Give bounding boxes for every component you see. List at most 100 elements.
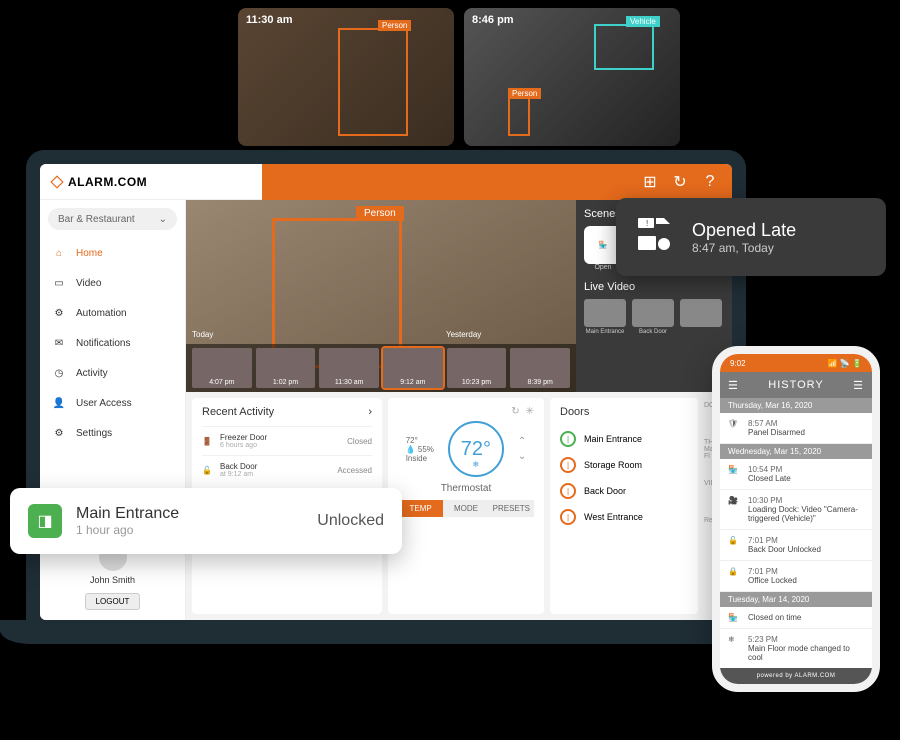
history-item[interactable]: 🏪Closed on time [720, 607, 872, 629]
phone-frame: 9:02 📶 📡 🔋 ☰ HISTORY ☰ Thursday, Mar 16,… [712, 346, 880, 692]
popup-title: Main Entrance [76, 505, 179, 523]
entrance-door-icon: ◨ [28, 504, 62, 538]
chevron-right-icon: › [368, 406, 372, 418]
location-selector[interactable]: Bar & Restaurant ⌄ [48, 208, 177, 230]
phone-time: 9:02 [730, 359, 746, 368]
lock-icon: 🔓 [202, 466, 214, 475]
menu-icon[interactable]: ☰ [728, 379, 739, 392]
sidebar-item-home[interactable]: ⌂Home [40, 238, 185, 268]
sidebar-item-settings[interactable]: ⚙Settings [40, 418, 185, 448]
day-header: Wednesday, Mar 15, 2020 [720, 444, 872, 459]
history-item[interactable]: 🔓7:01 PMBack Door Unlocked [720, 530, 872, 561]
doors-card: Doors |Main Entrance |Storage Room |Back… [550, 398, 698, 614]
thumb-timestamp: 11:30 am [246, 14, 292, 26]
clip-strip: Today Yesterday 4:07 pm 1:02 pm 11:30 am… [186, 344, 576, 392]
temp-down-button[interactable]: ⌄ [518, 451, 526, 462]
unlock-icon: 🔓 [728, 536, 740, 545]
sidebar-item-user-access[interactable]: 👤User Access [40, 388, 185, 418]
sidebar-item-activity[interactable]: ◷Activity [40, 358, 185, 388]
thumb-timestamp: 8:46 pm [472, 14, 514, 26]
history-item[interactable]: 🔒7:01 PMOffice Locked [720, 561, 872, 592]
history-item[interactable]: 🎥10:30 PMLoading Dock: Video "Camera-tri… [720, 490, 872, 530]
opened-late-toast[interactable]: ! Opened Late 8:47 am, Today [616, 198, 886, 276]
clip-thumb-active[interactable]: 9:12 am [383, 348, 443, 388]
recent-activity-header[interactable]: Recent Activity› [202, 406, 372, 418]
main-entrance-popup[interactable]: ◨ Main Entrance 1 hour ago Unlocked [10, 488, 402, 554]
location-label: Bar & Restaurant [58, 214, 135, 225]
clip-thumb[interactable]: 1:02 pm [256, 348, 316, 388]
activity-icon: ◷ [52, 368, 66, 379]
thermo-tab-presets[interactable]: PRESETS [489, 500, 534, 517]
chevron-down-icon: ⌄ [159, 214, 167, 225]
strip-label-today: Today [192, 330, 213, 339]
activity-row[interactable]: 🔓Back Doorat 9:12 am Accessed [202, 455, 372, 484]
live-video-thumb[interactable]: Main Entrance [584, 299, 626, 335]
door-status-icon: | [560, 431, 576, 447]
door-row[interactable]: |Main Entrance [560, 426, 688, 452]
thermo-tab-temp[interactable]: TEMP [398, 500, 443, 517]
day-header: Thursday, Mar 16, 2020 [720, 398, 872, 413]
history-item[interactable]: 🏪10:54 PMClosed Late [720, 459, 872, 490]
camera-thumb-2[interactable]: 8:46 pm Vehicle Person [464, 8, 680, 146]
store-icon: 🏪 [728, 465, 740, 474]
sidebar-item-video[interactable]: ▭Video [40, 268, 185, 298]
door-row[interactable]: |Back Door [560, 478, 688, 504]
sidebar-item-notifications[interactable]: ✉Notifications [40, 328, 185, 358]
door-status-icon: | [560, 509, 576, 525]
user-name: John Smith [50, 575, 175, 585]
thermo-refresh-icon[interactable]: ↻ [511, 406, 519, 417]
thermo-fan-icon[interactable]: ✳ [526, 406, 534, 417]
detection-label: Person [378, 20, 411, 31]
camera-thumb-1[interactable]: 11:30 am Person [238, 8, 454, 146]
detection-label: Person [356, 206, 404, 221]
temp-up-button[interactable]: ⌃ [518, 436, 526, 447]
day-header: Tuesday, Mar 14, 2020 [720, 592, 872, 607]
thermostat-label: Thermostat [398, 483, 534, 494]
logout-button[interactable]: LOGOUT [85, 593, 141, 610]
layout-icon[interactable]: ⊞ [642, 174, 658, 190]
thermostat-setpoint[interactable]: 72°❄ [448, 421, 504, 477]
toast-title: Opened Late [692, 220, 796, 241]
door-icon: 🚪 [202, 437, 214, 446]
live-video-thumb[interactable] [680, 299, 722, 335]
detection-box-person [508, 96, 530, 136]
hero-video-player[interactable]: Person Today Yesterday 4:07 pm 1:02 pm 1… [186, 200, 576, 392]
phone-header: ☰ HISTORY ☰ [720, 372, 872, 398]
filter-icon[interactable]: ☰ [853, 379, 864, 392]
strip-label-yesterday: Yesterday [446, 330, 481, 339]
door-row[interactable]: |West Entrance [560, 504, 688, 530]
clip-thumb[interactable]: 8:39 pm [510, 348, 570, 388]
toast-subtitle: 8:47 am, Today [692, 241, 796, 255]
activity-row[interactable]: 🚪Freezer Door6 hours ago Closed [202, 426, 372, 455]
history-item[interactable]: 🛡8:57 AMPanel Disarmed [720, 413, 872, 444]
home-icon: ⌂ [52, 248, 66, 259]
live-video-thumb[interactable]: Back Door [632, 299, 674, 335]
clip-thumb[interactable]: 4:07 pm [192, 348, 252, 388]
brand-logo: ALARM.COM [50, 175, 147, 189]
clip-thumb[interactable]: 10:23 pm [447, 348, 507, 388]
help-icon[interactable]: ? [702, 174, 718, 190]
store-icon: 🏪 [728, 613, 740, 622]
refresh-icon[interactable]: ↻ [672, 174, 688, 190]
user-access-icon: 👤 [52, 398, 66, 409]
history-list[interactable]: Thursday, Mar 16, 2020 🛡8:57 AMPanel Dis… [720, 398, 872, 669]
history-item[interactable]: ❄5:23 PMMain Floor mode changed to cool [720, 629, 872, 669]
door-row[interactable]: |Storage Room [560, 452, 688, 478]
detection-box-vehicle [594, 24, 654, 70]
thermostat-card: ↻ ✳ 72° 💧 55% Inside 72°❄ ⌃ [388, 398, 544, 614]
phone-title: HISTORY [768, 379, 824, 391]
live-video-header[interactable]: Live Video [584, 281, 724, 293]
phone-statusbar: 9:02 📶 📡 🔋 [720, 354, 872, 372]
detection-label: Person [508, 88, 541, 99]
thermo-tab-mode[interactable]: MODE [443, 500, 488, 517]
sidebar-item-automation[interactable]: ⚙Automation [40, 298, 185, 328]
top-camera-thumbnails: 11:30 am Person 8:46 pm Vehicle Person [238, 8, 680, 146]
lock-icon: 🔒 [728, 567, 740, 576]
popup-state: Unlocked [317, 512, 384, 530]
svg-text:!: ! [646, 219, 648, 228]
door-status-icon: | [560, 457, 576, 473]
popup-subtitle: 1 hour ago [76, 523, 179, 537]
cool-icon: ❄ [728, 635, 740, 644]
clip-thumb[interactable]: 11:30 am [319, 348, 379, 388]
phone-footer: powered by ALARM.COM [720, 668, 872, 684]
